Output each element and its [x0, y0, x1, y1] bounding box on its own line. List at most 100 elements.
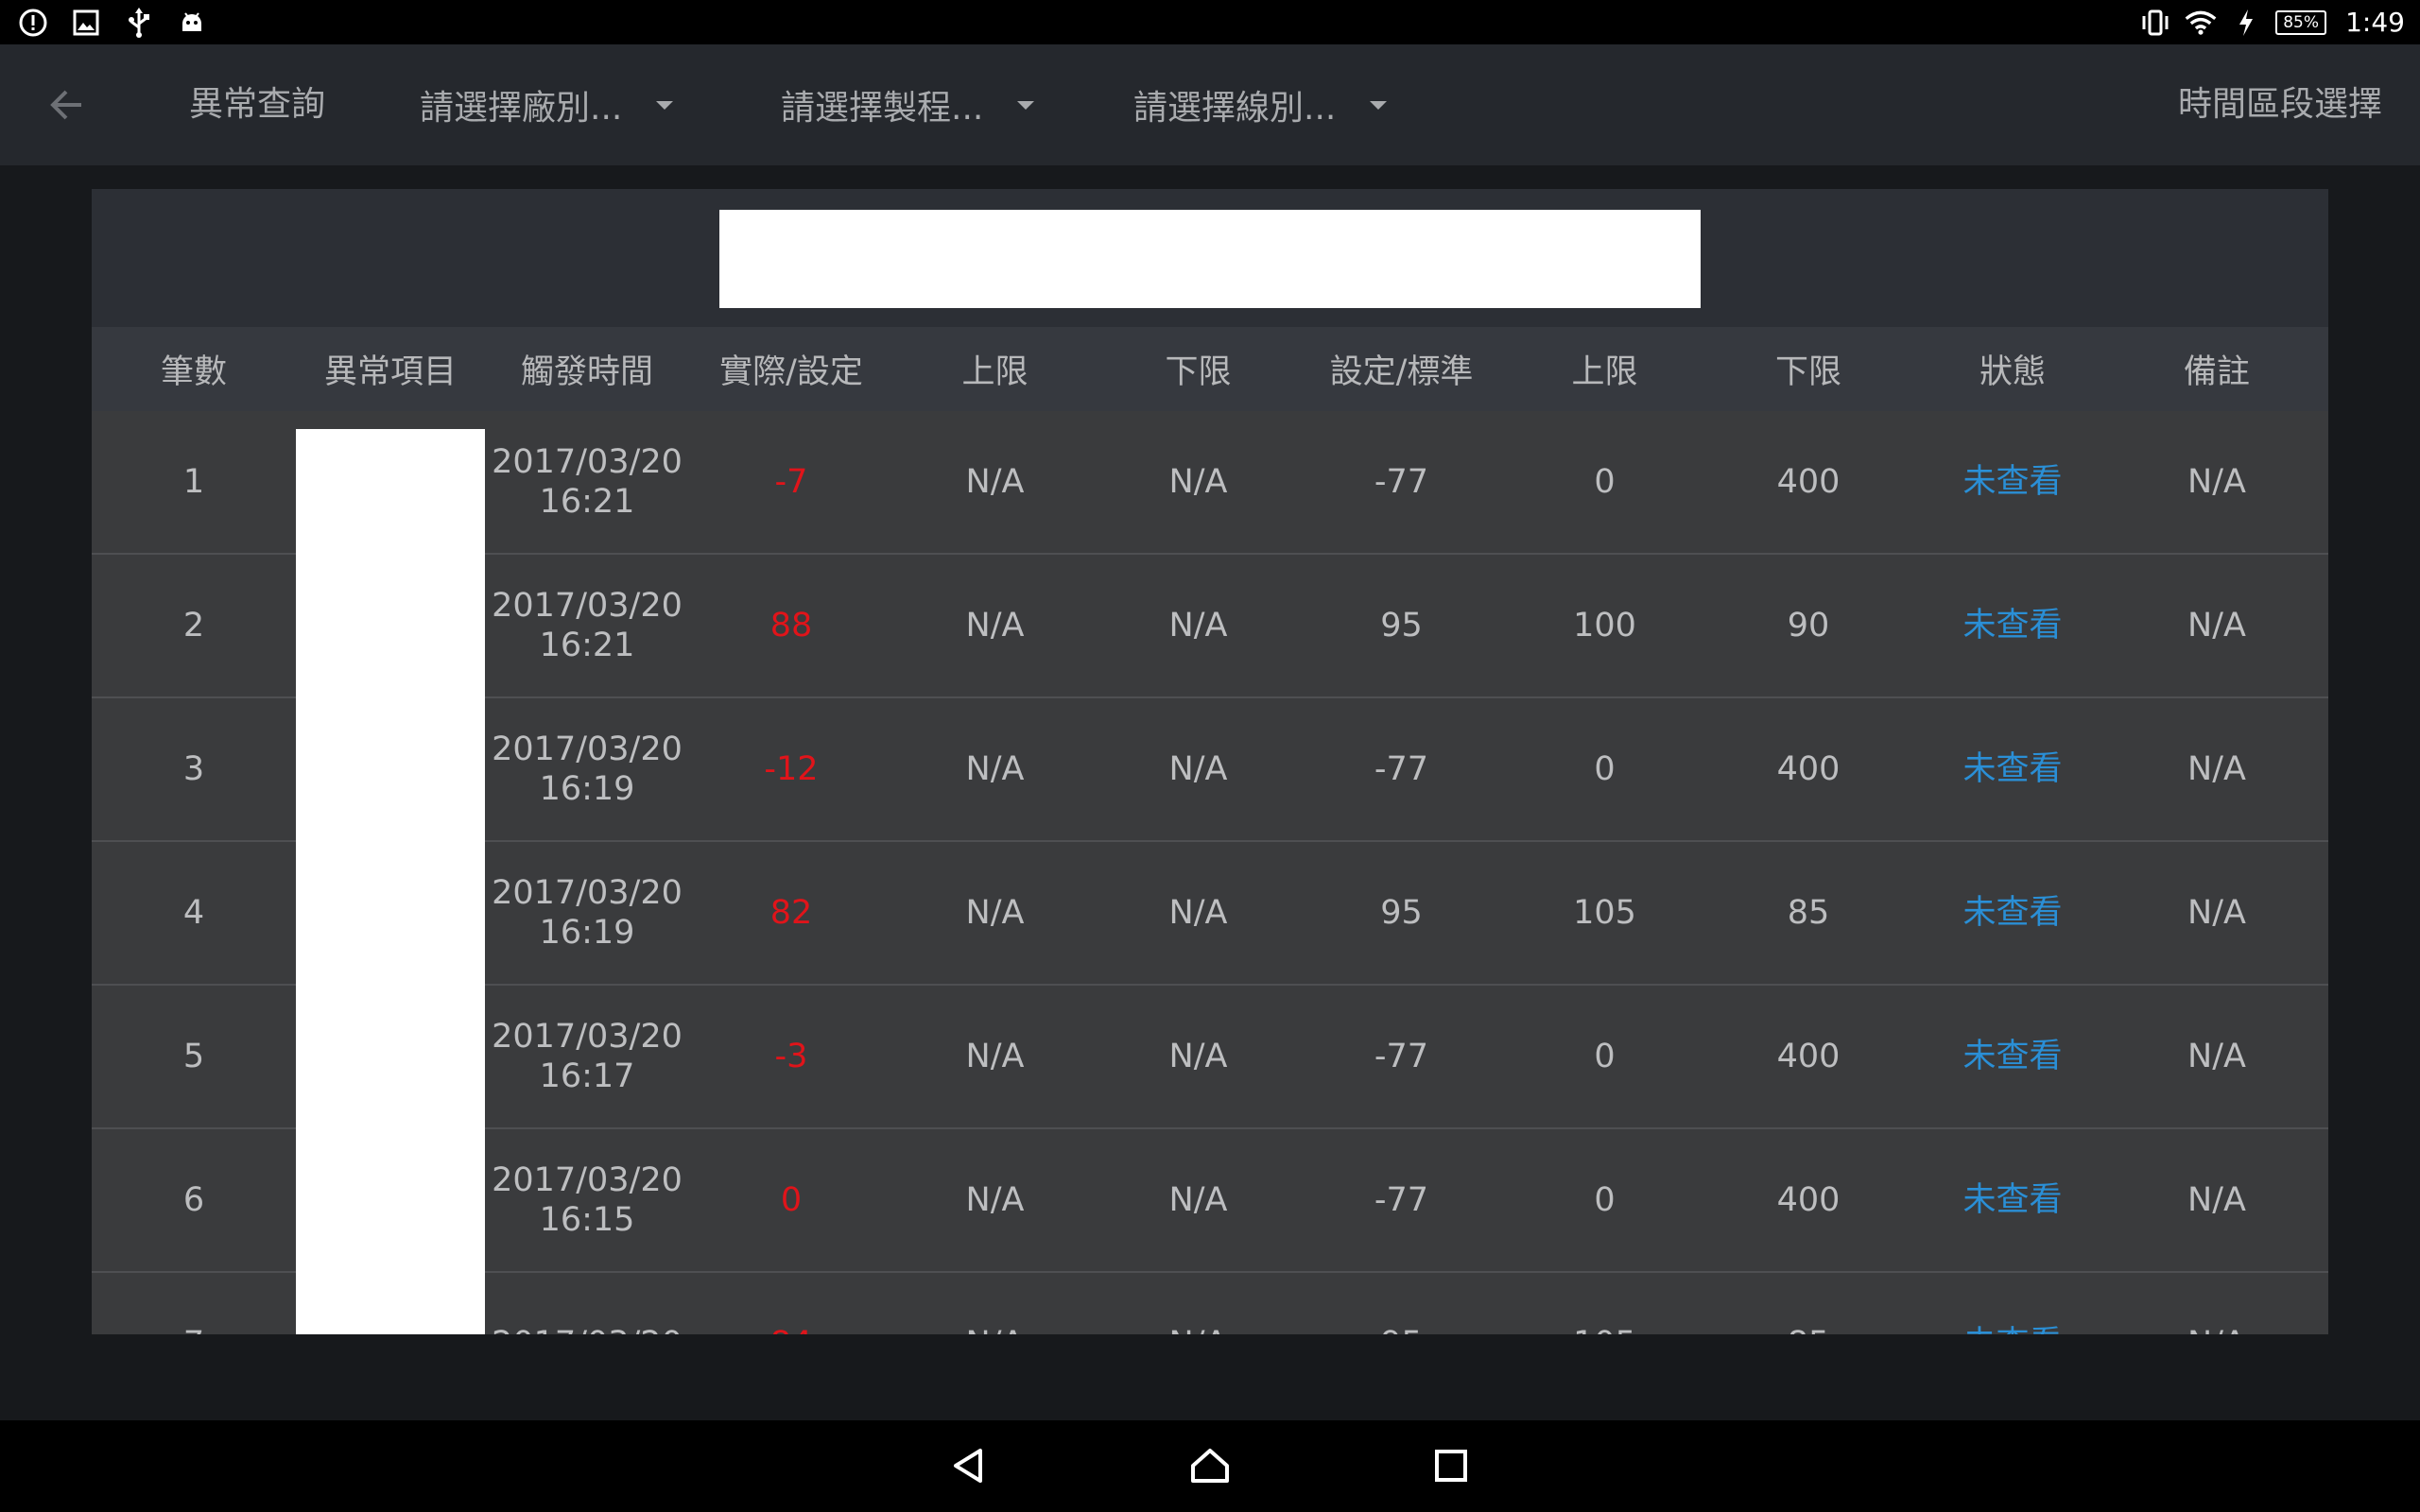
back-triangle-icon: [954, 1449, 982, 1483]
header-upper-limit-2: 上限: [1571, 353, 1638, 391]
row-standard: 95: [1380, 894, 1423, 932]
page-title: 異常查詢: [189, 85, 326, 124]
row-status-link[interactable]: 未查看: [1910, 1129, 2115, 1271]
row-index: 3: [182, 750, 205, 788]
nav-home-button[interactable]: [1182, 1439, 1238, 1492]
factory-dropdown-label: 請選擇廠別...: [420, 89, 623, 128]
row-status-link[interactable]: 未查看: [1910, 698, 2115, 840]
row-trigger-time: 2017/03/20 16:17: [485, 986, 689, 1127]
row-status-link[interactable]: 未查看: [1910, 842, 2115, 984]
redacted-item-column: [296, 429, 485, 1334]
row-upper-limit-1: N/A: [965, 894, 1025, 932]
row-lower-limit-2: 400: [1776, 463, 1841, 501]
row-trigger-time: 2017/03/20 16:19: [485, 842, 689, 984]
row-lower-limit-2: 400: [1776, 1038, 1841, 1075]
status-bar: 85% 1:49: [0, 0, 2420, 44]
back-button[interactable]: [38, 82, 95, 128]
row-trigger-time: 2017/03/20 16:21: [485, 555, 689, 696]
status-bar-right: 85% 1:49: [2139, 6, 2405, 39]
row-time: 16:15: [539, 1201, 635, 1239]
table-header: 筆數 異常項目 觸發時間 實際/設定 上限 下限 設定/標準 上限 下限 狀態 …: [92, 327, 2328, 411]
row-lower-limit-1: N/A: [1168, 894, 1228, 932]
line-dropdown-label: 請選擇線別...: [1133, 89, 1337, 128]
header-lower-limit-1: 下限: [1165, 353, 1232, 391]
battery-indicator: 85%: [2275, 9, 2327, 35]
line-dropdown[interactable]: 請選擇線別...: [1133, 80, 1388, 129]
row-upper-limit-2: 0: [1594, 750, 1616, 788]
header-actual-setting: 實際/設定: [719, 353, 863, 391]
row-upper-limit-1: N/A: [965, 1038, 1025, 1075]
row-lower-limit-1: N/A: [1097, 1273, 1300, 1334]
recents-square-icon: [1435, 1450, 1467, 1482]
header-status: 狀態: [1979, 353, 2046, 391]
row-date: 2017/03/20: [492, 1161, 683, 1199]
process-dropdown[interactable]: 請選擇製程...: [781, 80, 1035, 129]
header-item: 異常項目: [323, 353, 457, 391]
row-time: 16:17: [539, 1057, 635, 1095]
row-lower-limit-1: N/A: [1168, 607, 1228, 644]
row-upper-limit-1: N/A: [965, 463, 1025, 501]
row-actual-value: 0: [780, 1181, 803, 1219]
row-upper-limit-2: 100: [1573, 607, 1636, 644]
row-actual-value: -12: [764, 750, 819, 788]
row-upper-limit-2: 0: [1594, 1181, 1616, 1219]
header-upper-limit-1: 上限: [961, 353, 1028, 391]
row-status-link[interactable]: 未查看: [1910, 555, 2115, 696]
row-index: 5: [182, 1038, 205, 1075]
header-note: 備註: [2183, 353, 2250, 391]
row-note: N/A: [2187, 463, 2246, 501]
row-note: N/A: [2187, 607, 2246, 644]
row-upper-limit-1: N/A: [965, 1181, 1025, 1219]
row-upper-limit-2: 105: [1503, 1273, 1706, 1334]
chevron-down-icon: [656, 100, 674, 110]
row-index: 1: [182, 463, 205, 501]
process-dropdown-label: 請選擇製程...: [781, 89, 984, 128]
row-actual-value: 82: [769, 894, 813, 932]
time-range-button[interactable]: 時間區段選擇: [2178, 80, 2382, 129]
image-icon: [70, 7, 102, 39]
row-lower-limit-2: 85: [1787, 894, 1830, 932]
row-standard: -77: [1374, 750, 1429, 788]
row-date: 2017/03/20: [492, 587, 683, 625]
row-standard: -77: [1374, 1038, 1429, 1075]
row-trigger-time: 2017/03/20 16:21: [485, 411, 689, 553]
row-actual-value: -7: [774, 463, 808, 501]
row-trigger-time: 2017/03/20 16:19: [485, 698, 689, 840]
row-status-link[interactable]: 未查看: [1910, 986, 2115, 1127]
row-upper-limit-2: 0: [1594, 463, 1616, 501]
row-lower-limit-1: N/A: [1168, 750, 1228, 788]
nav-back-button[interactable]: [941, 1439, 997, 1492]
row-index: 7: [92, 1273, 296, 1334]
row-index: 4: [182, 894, 205, 932]
chevron-down-icon: [1017, 100, 1035, 110]
row-status-link[interactable]: 未查看: [1910, 411, 2115, 553]
row-index: 2: [182, 607, 205, 644]
home-icon: [1191, 1449, 1229, 1483]
row-date: 2017/03/20: [492, 874, 683, 912]
row-lower-limit-2: 90: [1787, 607, 1830, 644]
charging-icon: [2230, 7, 2262, 39]
row-lower-limit-2: 400: [1776, 1181, 1841, 1219]
factory-dropdown[interactable]: 請選擇廠別...: [420, 80, 674, 129]
row-standard: -77: [1374, 463, 1429, 501]
row-upper-limit-1: N/A: [965, 607, 1025, 644]
row-index: 6: [182, 1181, 205, 1219]
row-upper-limit-2: 105: [1573, 894, 1636, 932]
android-icon: [176, 7, 208, 39]
row-upper-limit-1: N/A: [893, 1273, 1097, 1334]
row-time: 16:19: [539, 914, 635, 952]
row-status-link[interactable]: 未查看: [1910, 1273, 2115, 1334]
header-index: 筆數: [160, 353, 227, 391]
row-note: N/A: [2187, 894, 2246, 932]
row-note: N/A: [2115, 1273, 2319, 1334]
nav-recents-button[interactable]: [1423, 1439, 1479, 1492]
row-upper-limit-1: N/A: [965, 750, 1025, 788]
navigation-bar: [0, 1420, 2420, 1512]
row-date: 2017/03/20: [492, 1018, 683, 1056]
row-time: 16:19: [539, 770, 635, 808]
usb-icon: [123, 7, 155, 39]
alert-icon: [17, 7, 49, 39]
row-standard: 95: [1300, 1273, 1503, 1334]
row-lower-limit-1: N/A: [1168, 463, 1228, 501]
row-trigger-time: 2017/03/20: [485, 1273, 689, 1334]
